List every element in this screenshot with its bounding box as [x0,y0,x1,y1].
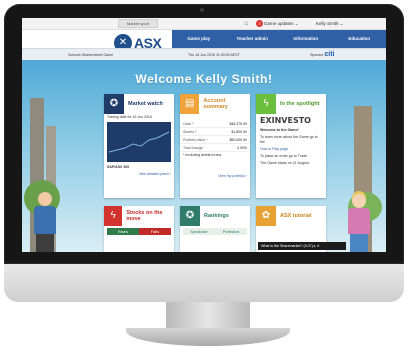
account-row: Portfolio value * $50,000.00 [180,136,250,144]
market-chart-svg [108,131,170,153]
nav-information[interactable]: Information [279,30,333,48]
citi-logo: citi [324,51,335,58]
account-footnote: * excluding deleted trans [183,153,222,157]
account-row-value: 0.00% [237,145,247,150]
student-boy-illustration [34,192,56,252]
sponsor-label: Sponsor [310,53,324,57]
account-row-label: Shares * [183,129,197,134]
market-watch-header[interactable]: ✪ Market watch [104,94,174,114]
monitor-chin [4,264,404,302]
market-chart [107,122,171,162]
game-updates-menu[interactable]: 3 Game updates ⌄ [256,19,299,29]
game-updates-label: Game updates ⌄ [264,21,299,26]
tab-syndicate[interactable]: Syndicate [183,228,215,235]
site-header: ✕ ASX Game play Teacher admin Informatio… [22,30,386,60]
nav-teacher-admin[interactable]: Teacher admin [226,30,280,48]
spotlight-heading: Welcome to the Game! [260,128,299,132]
spotlight-header[interactable]: ϟ In the spotlight [256,94,326,114]
lightning-icon: ϟ [104,206,123,226]
account-row-value: $46,375.00 [229,121,247,126]
how-to-play-link[interactable]: How to Play page. [256,146,326,153]
medal-icon: ✪ [104,94,124,114]
spotlight-line: To place an order go to Trade. [260,154,308,158]
account-row-label: Portfolio value * [183,137,208,142]
account-row-label: Cash * [183,121,194,126]
palette-icon: ✿ [256,206,276,226]
nav-game-play[interactable]: Game play [172,30,226,48]
sub-header: Schools Sharemarket Game Thu 16 Jun 2016… [22,48,386,60]
spotlight-card: ϟ In the spotlight EXINVESTO Welcome to … [256,94,326,198]
top-utility-bar: Market sport ⌂ 3 Game updates ⌄ Kelly Smi… [22,18,386,30]
stocks-header[interactable]: ϟ Stocks on the move [104,206,174,226]
tab-portfolios[interactable]: Portfolios [215,228,247,235]
account-row: Cash * $46,375.00 [180,120,250,128]
account-row-label: Total change [183,145,203,150]
spotlight-line: To learn more about the Game go to the [260,135,318,144]
monitor-stand-base [126,328,290,346]
lightning-icon: ϟ [256,94,276,114]
nav-education[interactable]: Education [333,30,387,48]
spotlight-title: In the spotlight [280,101,320,107]
medal-icon: ✪ [180,206,200,226]
account-summary-card: ▤ Account summary Cash * $46,375.00 Share… [180,94,250,198]
tab-rises[interactable]: Rises [107,228,139,235]
spotlight-line: The Game starts on 21 August. [260,161,310,165]
exinvesto-logo: EXINVESTO [260,116,311,125]
student-girl-illustration [348,194,370,252]
market-watch-card: ✪ Market watch Trading date for 16 Jun 2… [104,94,174,198]
tutorial-video-bar[interactable]: What is the Sharemarket? (0:27) ▸ ✕ [258,242,346,250]
monitor: Market sport ⌂ 3 Game updates ⌄ Kelly Smi… [4,4,404,346]
monitor-bezel: Market sport ⌂ 3 Game updates ⌄ Kelly Smi… [4,4,404,264]
stocks-on-the-move-card: ϟ Stocks on the move Rises Falls [104,206,174,252]
updates-badge: 3 [256,20,263,28]
tutorial-header[interactable]: ✿ ASX tutorial [256,206,326,226]
account-summary-title: Account summary [203,98,228,110]
account-row: Shares * $1,800.00 [180,128,250,136]
market-sport-button[interactable]: Market sport [118,19,158,28]
account-row-value: $50,000.00 [229,137,247,142]
view-my-portfolio-link[interactable]: View my portfolio › [180,172,250,180]
monitor-stand-neck [166,302,250,328]
account-summary-header[interactable]: ▤ Account summary [180,94,250,114]
stocks-title: Stocks on the move [126,210,163,222]
rankings-tabs: Syndicate Portfolios [183,228,247,235]
stocks-tabs: Rises Falls [107,228,171,235]
main-nav: Game play Teacher admin Information Educ… [172,30,386,48]
camera-icon [200,8,204,12]
view-detailed-panel-link[interactable]: View detailed panel › [104,170,174,178]
account-row-value: $1,800.00 [231,129,247,134]
market-watch-subtitle: Trading date for 16 Jun 2016 [107,115,152,119]
welcome-heading: Welcome Kelly Smith! [135,72,273,86]
rankings-card: ✪ Rankings Syndicate Portfolios [180,206,250,252]
tutorial-title: ASX tutorial [280,213,312,219]
rankings-header[interactable]: ✪ Rankings [180,206,250,226]
tab-falls[interactable]: Falls [139,228,171,235]
market-watch-title: Market watch [128,101,163,107]
account-row: Total change 0.00% [180,144,250,152]
screen: Market sport ⌂ 3 Game updates ⌄ Kelly Smi… [22,18,386,252]
rankings-title: Rankings [204,213,229,219]
market-line [108,131,170,153]
user-menu[interactable]: Kelly Smith ⌄ [316,19,344,29]
clipboard-icon: ▤ [180,94,200,114]
home-icon[interactable]: ⌂ [244,20,252,28]
